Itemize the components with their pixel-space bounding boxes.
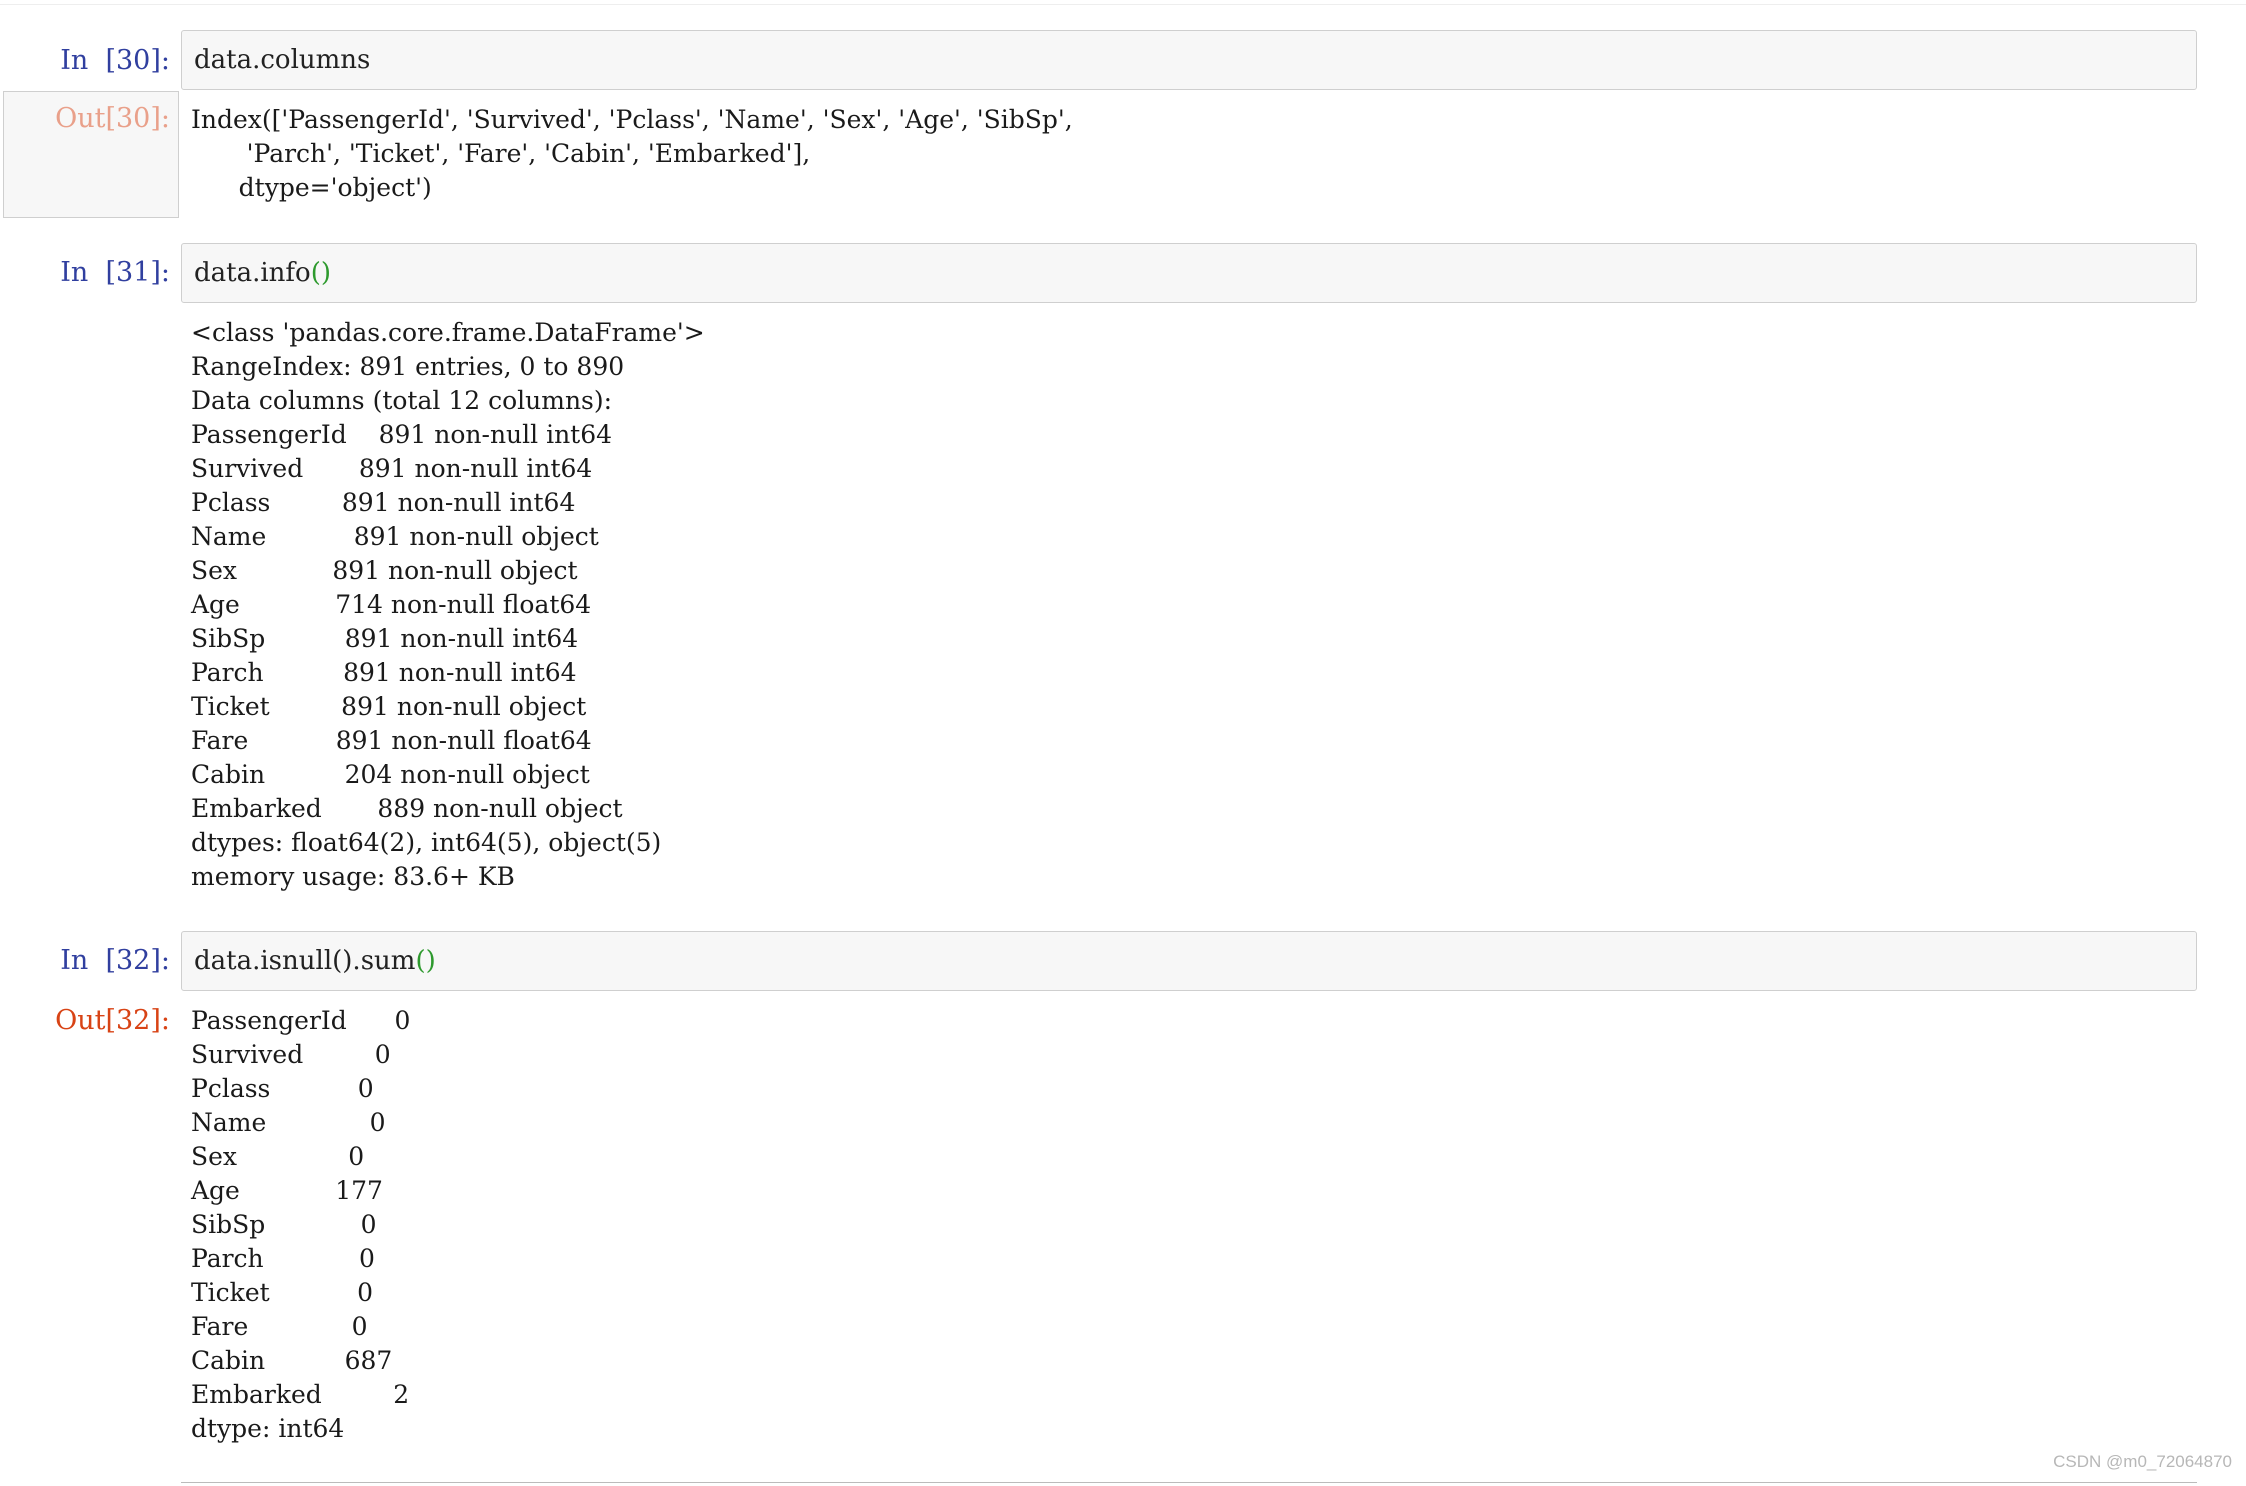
code-input-area[interactable]: data.isnull().sum() xyxy=(181,931,2197,991)
next-cell-border xyxy=(181,1482,2197,1483)
output-text: Index(['PassengerId', 'Survived', 'Pclas… xyxy=(191,105,1073,202)
code-parens: () xyxy=(415,946,436,976)
watermark: CSDN @m0_72064870 xyxy=(2053,1452,2232,1471)
output-prompt: Out[30]: xyxy=(55,103,170,134)
input-prompt: In [31]: xyxy=(60,257,170,288)
input-prompt: In [32]: xyxy=(60,945,170,976)
code-expression: data.info xyxy=(194,258,311,288)
code-parens: () xyxy=(310,258,331,288)
code-input-area[interactable]: data.info() xyxy=(181,243,2197,303)
code-text: data.columns xyxy=(194,45,371,75)
input-prompt: In [30]: xyxy=(60,45,170,76)
notebook-top-border xyxy=(0,0,2246,5)
code-expression: data.isnull().sum xyxy=(194,946,416,976)
output-text: PassengerId 0 Survived 0 Pclass 0 Name 0… xyxy=(191,1006,411,1443)
output-text: <class 'pandas.core.frame.DataFrame'> Ra… xyxy=(191,318,705,891)
code-input-area[interactable]: data.columns xyxy=(181,30,2197,90)
code-text: data.info() xyxy=(194,256,331,290)
code-text: data.isnull().sum() xyxy=(194,944,436,978)
output-prompt: Out[32]: xyxy=(55,1005,170,1036)
